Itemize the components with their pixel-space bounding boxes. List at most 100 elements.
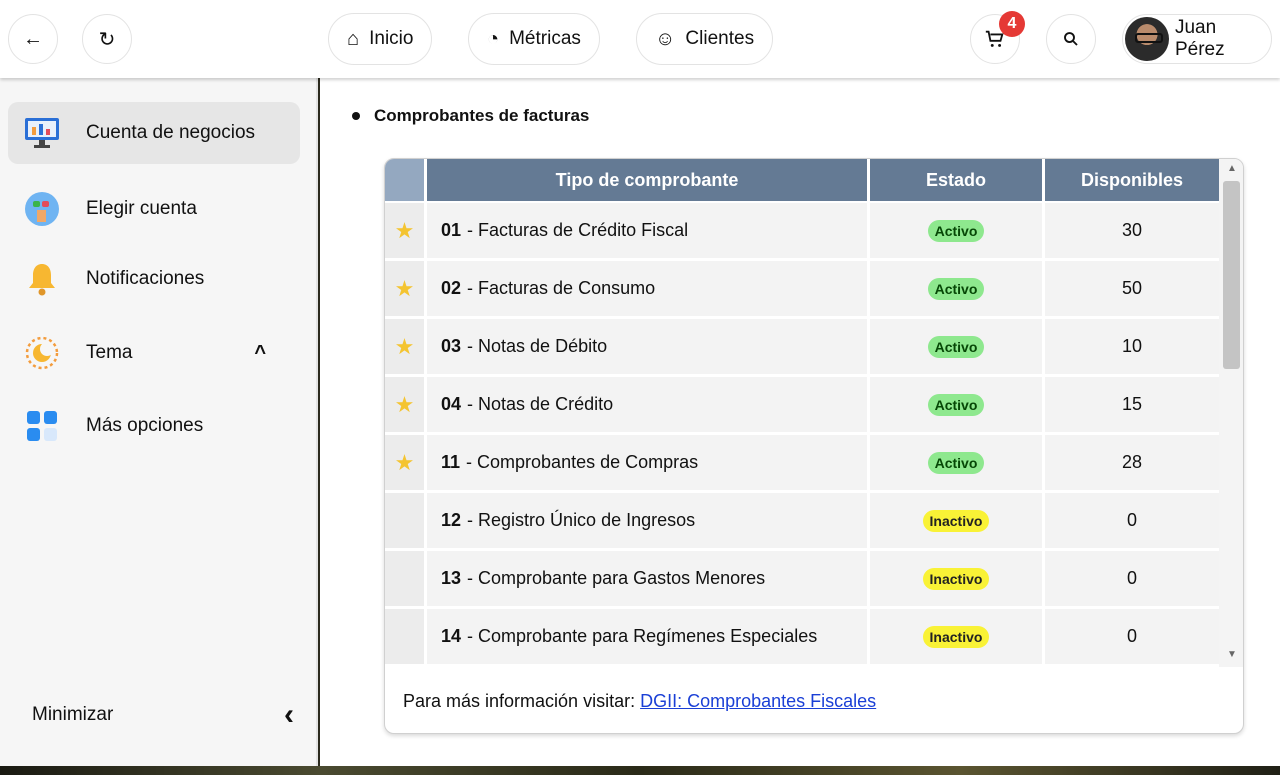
status-badge: Activo <box>927 393 985 416</box>
star-icon[interactable]: ★ <box>395 276 415 302</box>
table-header: Tipo de comprobante Estado Disponibles <box>385 159 1219 201</box>
sidebar-item-label: Elegir cuenta <box>86 198 197 219</box>
voucher-type-cell: 04- Notas de Crédito <box>427 377 870 435</box>
state-cell: Inactivo <box>870 551 1045 609</box>
voucher-code: 14 <box>441 626 462 646</box>
table-scrollbar[interactable]: ▲ ▼ <box>1219 159 1243 667</box>
scroll-down-icon[interactable]: ▼ <box>1227 649 1237 660</box>
refresh-icon: ↻ <box>98 28 116 51</box>
grid-icon <box>22 406 62 446</box>
favorite-cell[interactable] <box>385 551 427 609</box>
voucher-type-cell: 03- Notas de Débito <box>427 319 870 377</box>
table-row[interactable]: ★ 01- Facturas de Crédito Fiscal Activo 30 <box>385 203 1219 261</box>
reload-button[interactable]: ↻ <box>82 14 132 64</box>
available-cell: 0 <box>1045 551 1219 609</box>
nav-metricas-label: Métricas <box>509 28 581 49</box>
favorite-cell[interactable] <box>385 609 427 667</box>
favorite-cell[interactable]: ★ <box>385 203 427 261</box>
sidebar-item-label: Tema <box>86 342 133 363</box>
avatar <box>1125 17 1169 61</box>
voucher-code: 11 <box>441 452 461 472</box>
scrollbar-thumb[interactable] <box>1223 181 1240 369</box>
star-icon[interactable]: ★ <box>395 450 415 476</box>
table-row[interactable]: ★ 03- Notas de Débito Activo 10 <box>385 319 1219 377</box>
star-icon[interactable]: ★ <box>395 218 415 244</box>
star-icon[interactable]: ★ <box>395 334 415 360</box>
user-name: Juan Pérez <box>1174 17 1225 60</box>
nav-clientes-button[interactable]: ☺ Clientes <box>636 13 774 65</box>
hand-pick-icon <box>22 189 62 229</box>
table-row[interactable]: ★ 04- Notas de Crédito Activo 15 <box>385 377 1219 435</box>
back-button[interactable]: ← <box>8 14 58 64</box>
voucher-code: 03 <box>441 336 462 356</box>
sun-moon-icon <box>22 333 62 373</box>
sidebar-item-elegir-cuenta[interactable]: Elegir cuenta <box>8 178 300 240</box>
nav-metricas-button[interactable]: ◔ Métricas <box>468 13 600 65</box>
voucher-name: - Registro Único de Ingresos <box>467 510 696 530</box>
favorite-cell[interactable]: ★ <box>385 377 427 435</box>
table-row[interactable]: 12- Registro Único de Ingresos Inactivo 0 <box>385 493 1219 551</box>
sidebar: Cuenta de negocios Elegir cuenta Notific… <box>0 78 318 766</box>
table-row[interactable]: 13- Comprobante para Gastos Menores Inact… <box>385 551 1219 609</box>
favorite-cell[interactable]: ★ <box>385 319 427 377</box>
user-menu-button[interactable]: Juan Pérez <box>1122 14 1272 64</box>
voucher-type-cell: 12- Registro Único de Ingresos <box>427 493 870 551</box>
star-icon[interactable]: ★ <box>395 392 415 418</box>
voucher-type-cell: 02- Facturas de Consumo <box>427 261 870 319</box>
header-estado[interactable]: Estado <box>870 159 1045 201</box>
available-cell: 0 <box>1045 609 1219 667</box>
voucher-type-cell: 11- Comprobantes de Compras <box>427 435 870 493</box>
nav-inicio-button[interactable]: ⌂ Inicio <box>328 13 433 65</box>
state-cell: Activo <box>870 203 1045 261</box>
header-disponibles[interactable]: Disponibles <box>1045 159 1219 201</box>
status-badge: Activo <box>927 335 985 358</box>
table-row[interactable]: ★ 11- Comprobantes de Compras Activo 28 <box>385 435 1219 493</box>
sidebar-item-tema[interactable]: Tema ^ <box>8 322 300 384</box>
state-cell: Activo <box>870 319 1045 377</box>
bullet-icon <box>352 112 360 120</box>
nav-clientes-label: Clientes <box>685 28 755 49</box>
favorite-cell[interactable]: ★ <box>385 261 427 319</box>
state-cell: Activo <box>870 435 1045 493</box>
favorite-cell[interactable]: ★ <box>385 435 427 493</box>
voucher-type-cell: 14- Comprobante para Regímenes Especiale… <box>427 609 870 667</box>
minimize-sidebar-button[interactable]: Minimizar ‹ <box>32 700 294 730</box>
dgii-link[interactable]: DGII: Comprobantes Fiscales <box>640 691 876 711</box>
status-badge: Inactivo <box>922 509 990 532</box>
sidebar-item-label: Más opciones <box>86 415 204 436</box>
voucher-code: 04 <box>441 394 462 414</box>
available-cell: 28 <box>1045 435 1219 493</box>
cart-button[interactable]: 4 <box>970 11 1025 64</box>
table-row[interactable]: ★ 02- Facturas de Consumo Activo 50 <box>385 261 1219 319</box>
available-cell: 15 <box>1045 377 1219 435</box>
voucher-name: - Notas de Crédito <box>467 394 614 414</box>
voucher-code: 12 <box>441 510 462 530</box>
footer-text: Para más información visitar: <box>403 691 636 711</box>
chevron-left-icon: ‹ <box>284 698 294 731</box>
table-row[interactable]: 14- Comprobante para Regímenes Especiale… <box>385 609 1219 667</box>
cart-count-badge: 4 <box>999 11 1025 37</box>
sidebar-item-cuenta-negocios[interactable]: Cuenta de negocios <box>8 102 300 164</box>
chevron-up-icon[interactable]: ^ <box>254 342 266 365</box>
status-badge: Activo <box>927 451 985 474</box>
voucher-code: 02 <box>441 278 462 298</box>
sidebar-item-mas-opciones[interactable]: Más opciones <box>8 395 300 457</box>
voucher-type-cell: 01- Facturas de Crédito Fiscal <box>427 203 870 261</box>
favorite-cell[interactable] <box>385 493 427 551</box>
voucher-name: - Comprobante para Regímenes Especiales <box>467 626 818 646</box>
table-footer: Para más información visitar: DGII: Comp… <box>403 691 876 712</box>
sidebar-item-notificaciones[interactable]: Notificaciones <box>8 248 300 310</box>
state-cell: Activo <box>870 377 1045 435</box>
sidebar-item-label: Notificaciones <box>86 268 205 289</box>
section-title: Comprobantes de facturas <box>352 106 589 126</box>
voucher-type-cell: 13- Comprobante para Gastos Menores <box>427 551 870 609</box>
search-button[interactable] <box>1046 14 1096 64</box>
section-title-text: Comprobantes de facturas <box>374 106 590 125</box>
voucher-name: - Facturas de Crédito Fiscal <box>467 220 689 240</box>
monitor-chart-icon <box>22 113 62 153</box>
header-tipo[interactable]: Tipo de comprobante <box>427 159 870 201</box>
main-content: Comprobantes de facturas Tipo de comprob… <box>320 78 1280 766</box>
scroll-up-icon[interactable]: ▲ <box>1227 163 1237 174</box>
search-icon <box>1064 32 1078 46</box>
minimize-label: Minimizar <box>32 704 114 725</box>
